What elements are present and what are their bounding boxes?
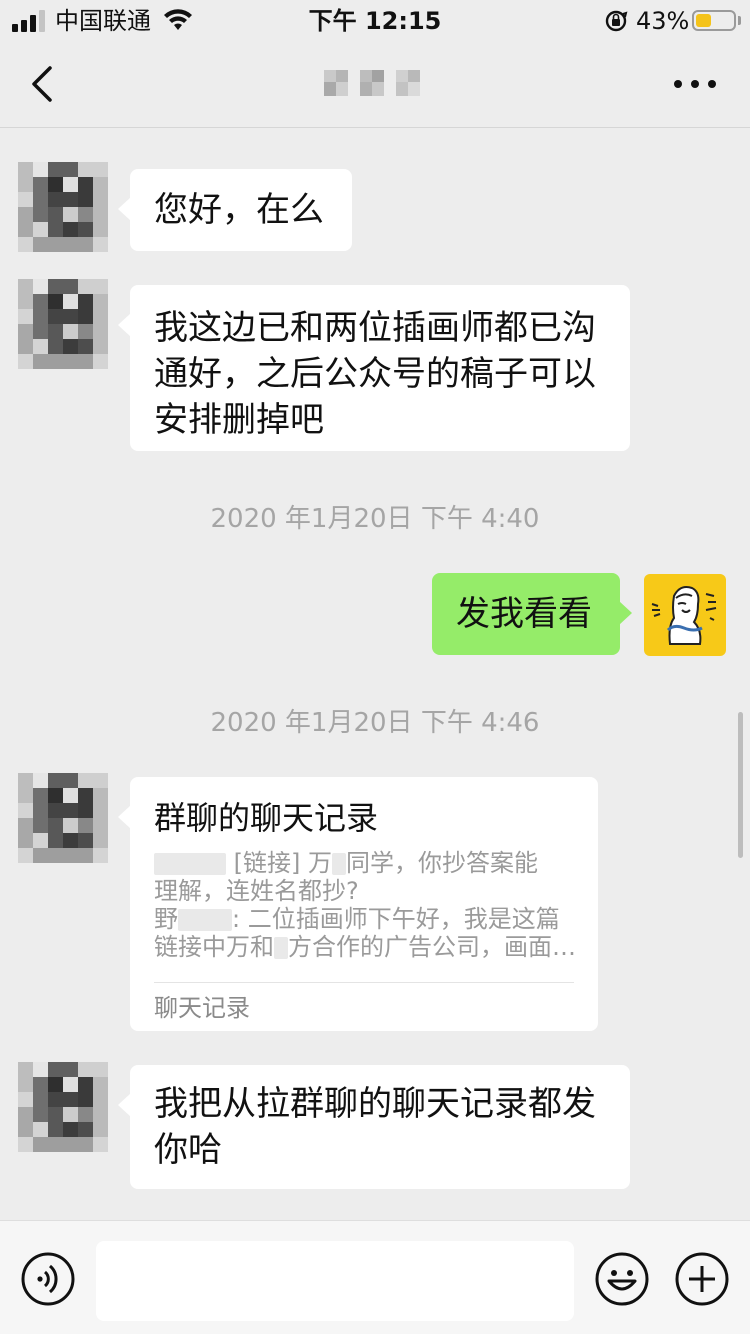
battery-icon	[692, 10, 736, 31]
battery-level	[696, 14, 711, 27]
message-bubble[interactable]: 我把从拉群聊的聊天记录都发 你哈	[118, 1065, 630, 1189]
status-bar: 中国联通 下午 12:15 43%	[0, 0, 750, 42]
scrollbar[interactable]	[738, 712, 743, 858]
timestamp: 2020 年1月20日 下午 4:46	[210, 708, 540, 738]
contact-avatar[interactable]	[18, 1062, 108, 1152]
redacted-name	[154, 853, 226, 875]
plus-icon[interactable]	[674, 1251, 730, 1307]
chat-header	[0, 42, 750, 128]
my-message-bubble[interactable]: 发我看看	[432, 573, 632, 655]
preview-text: 同学，你抄答案能	[346, 849, 538, 877]
chat-record-preview-line: 链接中万和 方合作的广告公司，画面…	[154, 933, 576, 961]
chat-record-preview-line: 理解，连姓名都抄?	[154, 877, 359, 905]
battery-tip	[738, 16, 741, 25]
message-input[interactable]	[96, 1241, 574, 1321]
chat-record-preview-line: [链接] 万同学，你抄答案能	[154, 849, 538, 877]
timestamp: 2020 年1月20日 下午 4:40	[210, 504, 540, 534]
preview-text: 野	[154, 905, 178, 933]
message-text: 您好，在么	[154, 190, 324, 230]
preview-text: 链接中万和	[154, 933, 274, 961]
contact-avatar[interactable]	[18, 279, 108, 369]
voice-icon[interactable]	[20, 1251, 76, 1307]
redacted-name	[178, 909, 232, 931]
redacted-char	[274, 937, 288, 959]
more-dots-icon[interactable]	[672, 76, 718, 92]
message-bubble[interactable]: 您好，在么	[118, 169, 352, 251]
message-text-line: 我这边已和两位插画师都已沟	[154, 308, 596, 348]
orientation-lock-icon	[605, 10, 628, 32]
input-bar	[0, 1220, 750, 1334]
chat-record-preview-line: 野 : 二位插画师下午好，我是这篇	[154, 905, 560, 933]
battery-percent: 43%	[636, 7, 690, 35]
preview-text: 方合作的广告公司，画面…	[288, 933, 576, 961]
chat-record-title: 群聊的聊天记录	[154, 799, 379, 837]
message-text-line: 你哈	[154, 1130, 222, 1170]
chevron-left-icon[interactable]	[26, 64, 60, 104]
redacted-char	[332, 853, 346, 875]
contact-avatar[interactable]	[18, 773, 108, 863]
chat-title-pixelated	[324, 70, 420, 96]
message-text-line: 安排删掉吧	[154, 400, 324, 440]
preview-text: [链接] 万	[233, 849, 332, 877]
message-text: 发我看看	[456, 594, 592, 634]
chat-record-card[interactable]: 群聊的聊天记录 [链接] 万同学，你抄答案能 理解，连姓名都抄? 野 : 二位插画…	[118, 777, 598, 1031]
preview-text: : 二位插画师下午好，我是这篇	[232, 905, 560, 933]
my-avatar-sticker[interactable]	[644, 574, 726, 656]
divider	[154, 982, 574, 983]
message-text-line: 我把从拉群聊的聊天记录都发	[154, 1084, 596, 1124]
message-text-line: 通好，之后公众号的稿子可以	[154, 354, 596, 394]
emoji-icon[interactable]	[594, 1251, 650, 1307]
chat-record-footer: 聊天记录	[154, 994, 250, 1022]
contact-avatar[interactable]	[18, 162, 108, 252]
message-list[interactable]: 您好，在么 我这边已和两位插画师都已沟 通好，之后公众号的稿子可以 安排删掉吧 …	[0, 128, 750, 1220]
message-bubble[interactable]: 我这边已和两位插画师都已沟 通好，之后公众号的稿子可以 安排删掉吧	[118, 285, 630, 451]
